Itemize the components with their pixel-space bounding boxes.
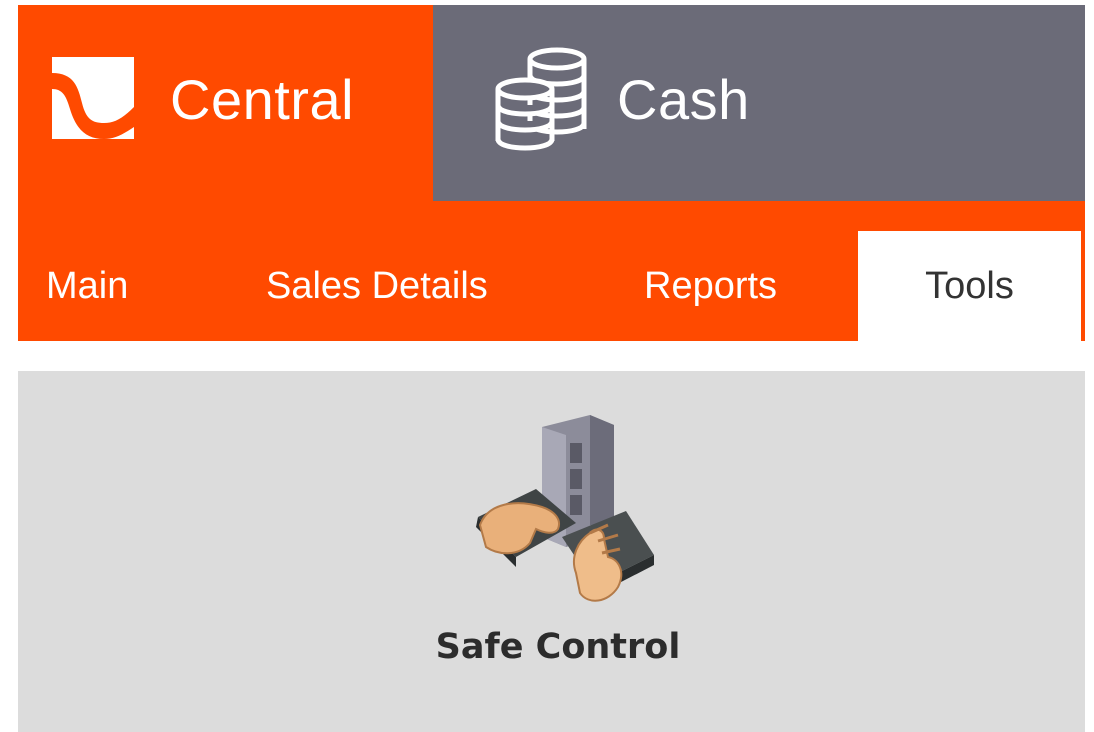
app-window: Central Cash Main Sales Details Reports … [18, 5, 1085, 732]
tab-reports[interactable]: Reports [644, 231, 777, 341]
module-title: Cash [617, 68, 750, 131]
tools-panel: Safe Control [18, 371, 1085, 732]
safe-control-label: Safe Control [435, 627, 681, 667]
safe-control-button[interactable]: Safe Control [418, 407, 698, 677]
tab-tools[interactable]: Tools [858, 231, 1081, 341]
coins-stack-icon [491, 45, 593, 155]
main-nav: Main Sales Details Reports Tools [18, 201, 1085, 341]
safe-control-icon [458, 407, 658, 619]
brand-title: Central [170, 68, 355, 131]
tab-sales-details[interactable]: Sales Details [266, 231, 488, 341]
module-area: Cash [433, 5, 1085, 201]
central-logo-icon [52, 57, 134, 139]
app-header: Central Cash [18, 5, 1085, 201]
tab-main[interactable]: Main [46, 231, 128, 341]
brand-area: Central [18, 5, 433, 201]
